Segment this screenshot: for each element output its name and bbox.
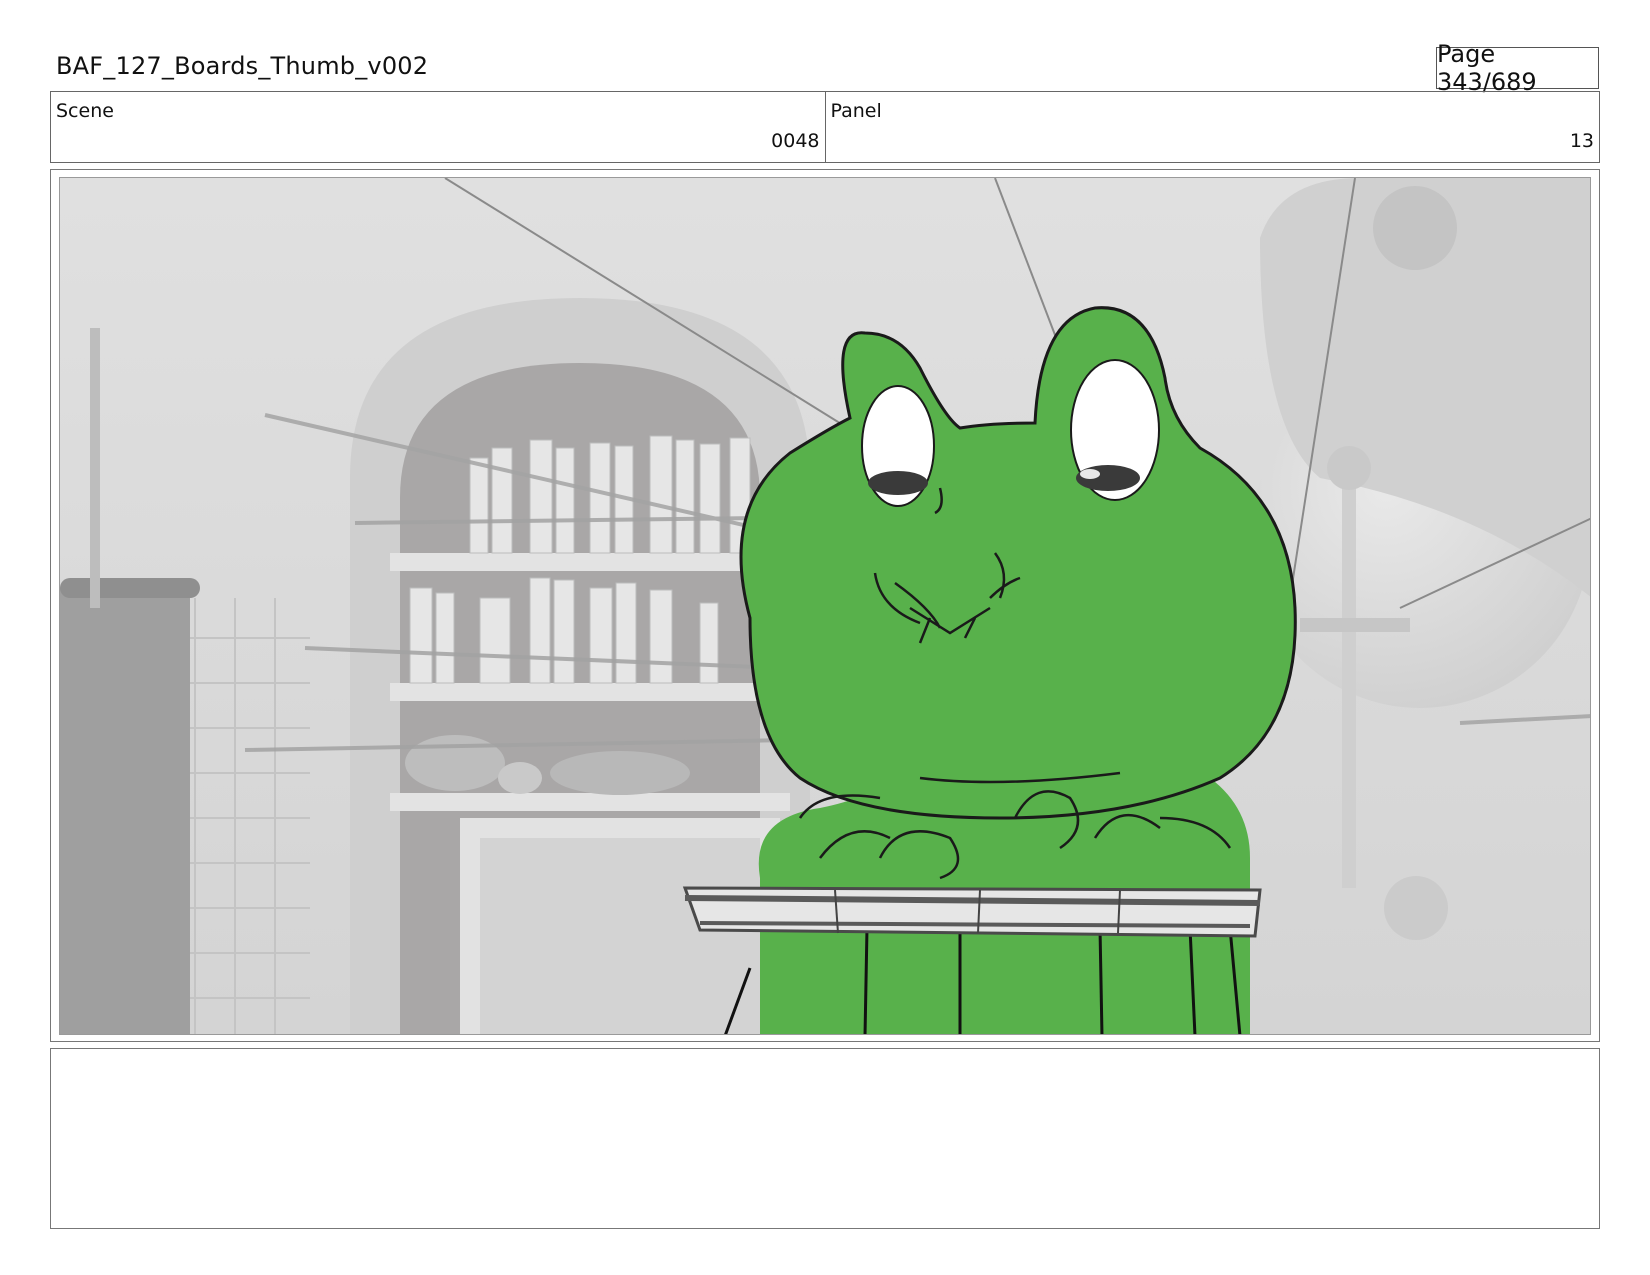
scene-cell: Scene 0048 (51, 92, 825, 162)
frog-sketch-illustration (60, 178, 1590, 1034)
panel-cell: Panel 13 (824, 92, 1600, 162)
document-title: BAF_127_Boards_Thumb_v002 (56, 52, 429, 80)
panel-value: 13 (1569, 130, 1594, 152)
scene-label: Scene (56, 100, 114, 122)
plank-sketch-icon (682, 886, 1262, 938)
scene-value: 0048 (771, 130, 820, 152)
scene-panel-table: Scene 0048 Panel 13 (50, 91, 1600, 163)
storyboard-frame (50, 169, 1600, 1042)
storyboard-image (59, 177, 1591, 1035)
panel-notes-box (50, 1048, 1600, 1229)
panel-label: Panel (830, 100, 882, 122)
page-number: Page 343/689 (1436, 40, 1599, 96)
